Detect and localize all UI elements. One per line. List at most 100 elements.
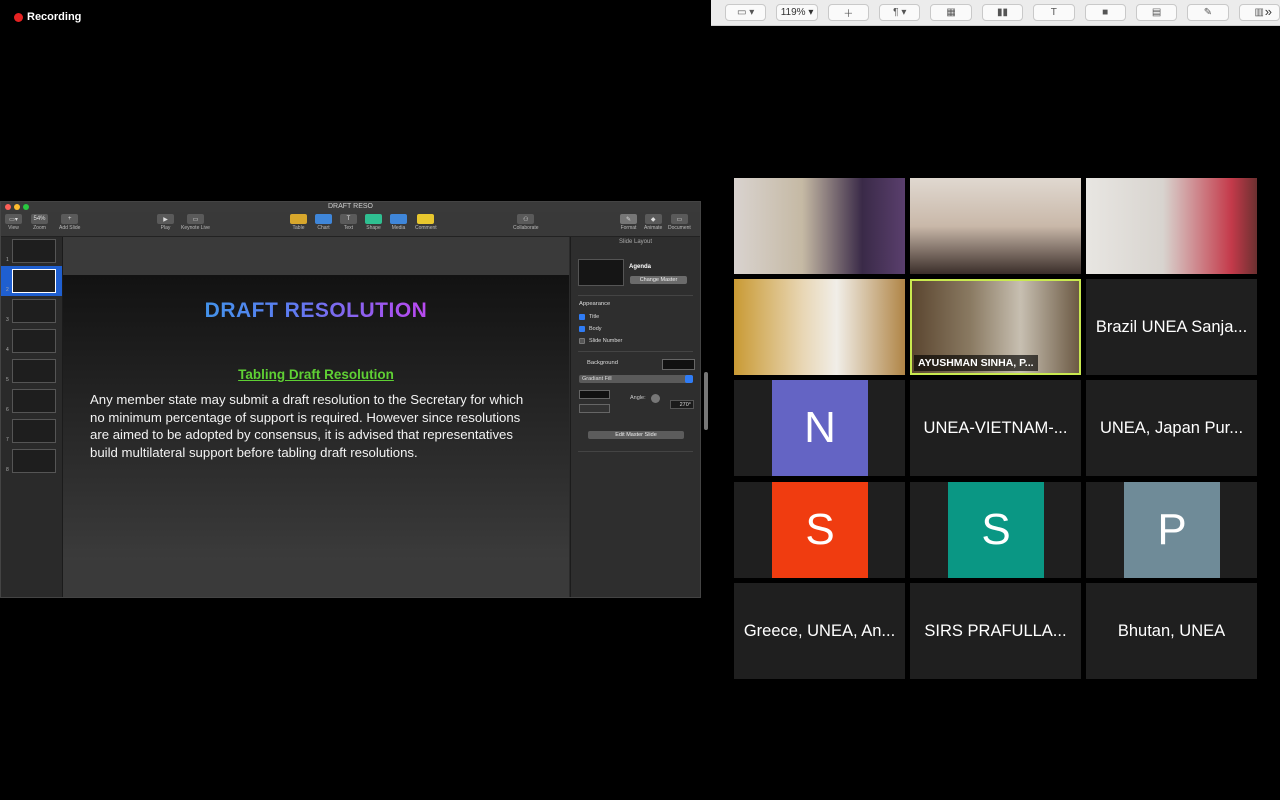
pages-toolbar: ▭ ▾ 119% ▾ ＋ ¶ ▾ ▦ ▮▮ T ■ ▤ ✎ ▥ » [711,0,1280,26]
vertical-scrollbar[interactable] [704,372,708,430]
shape-icon [365,214,382,224]
table-icon[interactable]: ▦ [930,4,972,21]
text-icon: T [340,214,357,224]
slide-number-checkbox[interactable] [579,338,585,344]
format-button[interactable]: ✎ Format [620,214,637,231]
zoom-label: Zoom [33,225,46,231]
zoom-button[interactable]: 54% Zoom [31,214,48,231]
zoom-select[interactable]: 119% ▾ [776,4,818,21]
slide-thumbnail[interactable] [12,449,56,473]
format-brush-icon[interactable]: ✎ [1187,4,1229,21]
participant-video-tile[interactable] [1086,178,1257,274]
participant-tile[interactable]: Brazil UNEA Sanja... [1086,279,1257,375]
play-button[interactable]: ▶ Play [157,214,174,231]
comment-icon [417,214,435,224]
media-icon[interactable]: ▤ [1135,4,1178,21]
document-button[interactable]: ▭ Document [668,214,691,231]
slide-thumbnail[interactable] [12,419,56,443]
comment-label: Comment [415,225,437,231]
collaborate-label: Collaborate [513,225,539,231]
slide-thumbnail[interactable] [12,329,56,353]
add-icon[interactable]: ＋ [827,4,870,21]
participant-video [734,279,905,375]
slide-thumbnail[interactable] [12,239,56,263]
slide-number: 7 [6,437,9,443]
fill-type-select[interactable]: Gradiant Fill [579,375,693,383]
participant-video [910,178,1081,274]
shape-button[interactable]: Shape [365,214,382,231]
paragraph-icon[interactable]: ¶ ▾ [879,4,921,21]
comment-button[interactable]: Comment [415,214,437,231]
participant-tile[interactable]: UNEA-VIETNAM-... [910,380,1081,476]
participant-tile[interactable]: S [734,482,905,578]
participant-video-tile[interactable] [910,178,1081,274]
edit-master-slide-button[interactable]: Edit Master Slide [588,431,684,439]
chart-icon[interactable]: ▮▮ [981,4,1024,21]
gradient-start-color[interactable] [579,390,610,399]
keynote-toolbar: ▭▾ View 54% Zoom + Add Slide ▶ Play ▭ Keynote… [1,212,700,237]
participant-tile[interactable]: S [910,482,1081,578]
collaborate-button[interactable]: ⚇ Collaborate [513,214,539,231]
format-inspector: Slide Layout Agenda Change Master Appear… [570,237,700,597]
participant-tile[interactable]: Greece, UNEA, An... [734,583,905,679]
participant-name: UNEA-VIETNAM-... [923,418,1068,437]
toolbar-overflow-icon[interactable]: » [1265,4,1272,19]
body-checkbox-label: Body [589,326,602,332]
shape-icon[interactable]: ■ [1084,4,1126,21]
table-label: Table [292,225,305,231]
fill-type-value: Gradiant Fill [582,376,612,382]
slide-subtitle[interactable]: Tabling Draft Resolution [63,367,569,382]
title-checkbox[interactable] [579,314,585,320]
slide-thumbnail[interactable] [12,269,56,293]
participant-tile[interactable]: P [1086,482,1257,578]
keynote-body: 1 2 3 4 5 6 7 8 DRAFT RESOLUTION Tabling… [1,237,700,597]
close-window-icon[interactable] [5,204,11,210]
slide-thumbnail[interactable] [12,359,56,383]
layout-name: Agenda [629,264,652,270]
angle-value-field[interactable]: 270° [670,400,694,409]
layout-thumbnail [578,259,624,286]
change-master-button[interactable]: Change Master [630,276,687,284]
body-checkbox[interactable] [579,326,585,332]
slide-canvas: DRAFT RESOLUTION Tabling Draft Resolutio… [63,237,569,597]
document-title: DRAFT RESO [328,203,373,210]
active-speaker-tile[interactable]: AYUSHMAN SINHA, P... [910,279,1081,375]
view-button[interactable]: ▭▾ View [5,214,22,231]
current-slide[interactable]: DRAFT RESOLUTION Tabling Draft Resolutio… [63,275,569,560]
add-slide-button[interactable]: + Add Slide [59,214,80,231]
document-icon[interactable]: ▥ [1238,4,1280,21]
participant-tile[interactable]: Bhutan, UNEA [1086,583,1257,679]
media-button[interactable]: Media [390,214,407,231]
chart-button[interactable]: Chart [315,214,332,231]
participant-video-tile[interactable] [734,279,905,375]
slide-number: 4 [6,347,9,353]
background-label: Background [587,360,618,366]
participant-tile[interactable]: UNEA, Japan Pur... [1086,380,1257,476]
slide-body-text[interactable]: Any member state may submit a draft reso… [90,391,535,461]
slide-thumbnail[interactable] [12,299,56,323]
animate-button[interactable]: ◆ Animate [644,214,662,231]
table-button[interactable]: Table [290,214,307,231]
animate-label: Animate [644,225,663,231]
text-button[interactable]: T Text [340,214,357,231]
zoom-window-icon[interactable] [23,204,29,210]
plus-icon: + [61,214,79,224]
appearance-label: Appearance [579,301,611,307]
minimize-window-icon[interactable] [14,204,20,210]
view-menu-button[interactable]: ▭ ▾ [725,4,767,21]
animate-icon: ◆ [644,214,662,224]
slide-title[interactable]: DRAFT RESOLUTION [63,299,569,323]
gradient-end-color[interactable] [579,404,610,413]
recording-indicator: Recording [14,11,81,23]
keynote-live-button[interactable]: ▭ Keynote Live [181,214,210,231]
participant-tile[interactable]: SIRS PRAFULLA... [910,583,1081,679]
shape-label: Shape [366,225,381,231]
slide-thumbnail[interactable] [12,389,56,413]
participant-video-tile[interactable] [734,178,905,274]
background-color-swatch[interactable] [662,359,695,370]
angle-label: Angle: [630,395,646,401]
angle-knob[interactable] [651,394,660,403]
participant-tile[interactable]: N [734,380,905,476]
title-checkbox-label: Title [589,314,600,320]
text-icon[interactable]: T [1033,4,1075,21]
